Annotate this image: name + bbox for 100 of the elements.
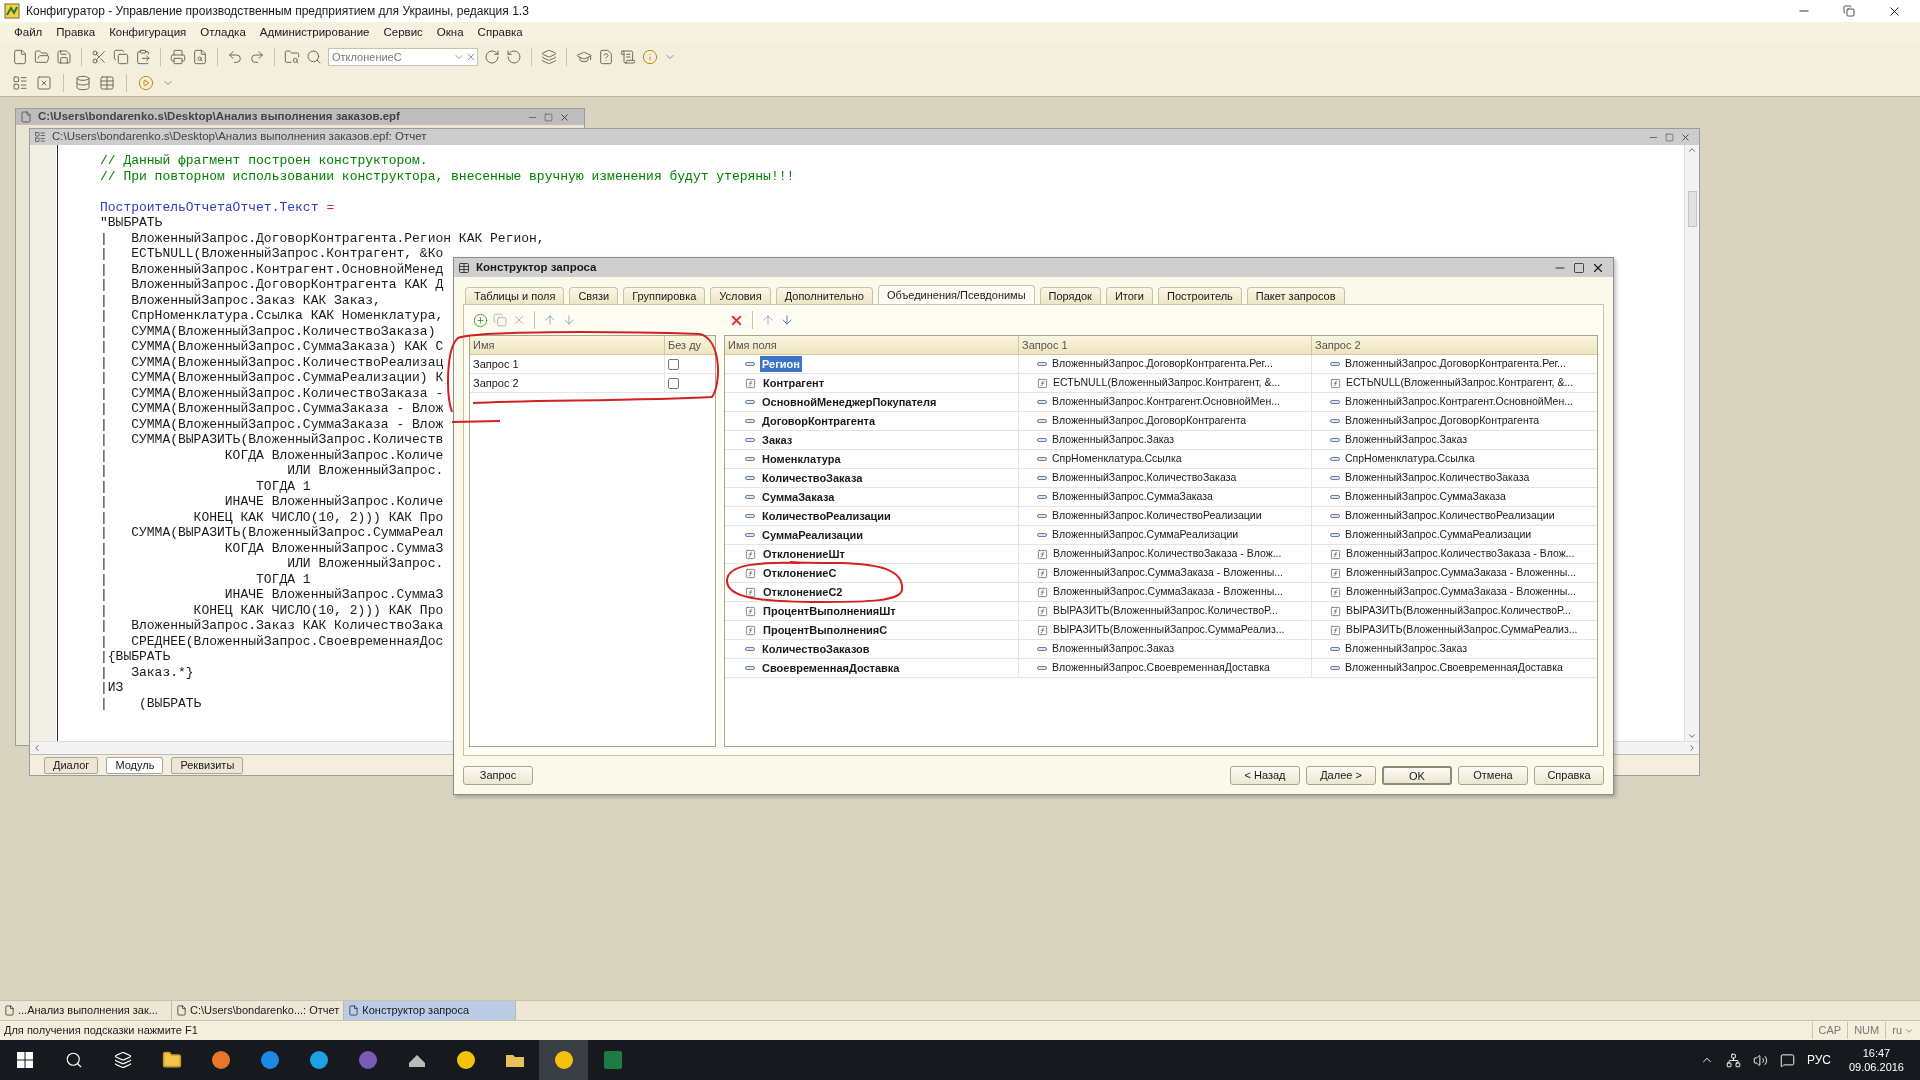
info-icon[interactable] [642, 49, 658, 65]
cut-icon[interactable] [91, 49, 107, 65]
play-icon[interactable] [138, 75, 154, 91]
window-icon[interactable] [176, 1005, 187, 1016]
field-name[interactable]: ОтклонениеС2 [761, 583, 845, 601]
menu-item[interactable]: Справка [477, 24, 523, 42]
field-expression[interactable]: ВложенныйЗапрос.Заказ [1052, 432, 1175, 448]
field-name[interactable]: СвоевременнаяДоставка [760, 659, 902, 677]
window-icon[interactable] [458, 261, 470, 274]
move-down-icon[interactable] [562, 313, 576, 327]
field-name[interactable]: ОтклонениеШт [761, 545, 847, 563]
field-expression[interactable]: ВложенныйЗапрос.СуммаЗаказа - Вложенны... [1346, 565, 1576, 581]
search-combobox[interactable]: ОтклонениеС [328, 48, 478, 66]
find-previous-icon[interactable] [506, 49, 522, 65]
checkbox[interactable] [668, 377, 679, 389]
field-expression[interactable]: ВложенныйЗапрос.КоличествоРеализации [1052, 508, 1262, 524]
maximize-icon[interactable] [1573, 261, 1585, 274]
field-expression[interactable]: ВложенныйЗапрос.СуммаРеализации [1052, 527, 1239, 543]
menu-item[interactable]: Правка [56, 24, 96, 42]
field-expression[interactable]: ВложенныйЗапрос.СуммаЗаказа - Вложенны... [1346, 584, 1576, 600]
windows-logo-icon[interactable] [16, 1052, 33, 1068]
field-name[interactable]: ДоговорКонтрагента [760, 412, 878, 430]
editor-tab[interactable]: Диалог [44, 756, 99, 774]
column-header[interactable]: Без ду [664, 336, 715, 354]
dialog-tab[interactable]: Связи [569, 287, 619, 304]
field-expression[interactable]: ВложенныйЗапрос.СвоевременнаяДоставка [1052, 660, 1270, 676]
vertical-scrollbar[interactable] [1684, 145, 1699, 741]
folder-icon[interactable] [161, 1050, 182, 1070]
scroll-up-icon[interactable] [1687, 145, 1697, 155]
field-name[interactable]: СуммаЗаказа [760, 488, 837, 506]
dialog-button[interactable]: Отмена [1458, 765, 1528, 785]
list-icon[interactable] [12, 75, 28, 91]
menu-item[interactable]: Сервис [383, 24, 423, 42]
field-expression[interactable]: ВложенныйЗапрос.Контрагент.ОсновнойМен... [1052, 394, 1280, 410]
window-tab[interactable]: Конструктор запроса [344, 1001, 517, 1020]
field-expression[interactable]: ВЫРАЗИТЬ(ВложенныйЗапрос.СуммаРеализ... [1346, 622, 1578, 638]
notification-icon[interactable] [1779, 1052, 1795, 1068]
dialog-button[interactable]: Справка [1534, 765, 1604, 785]
scrollbar-thumb[interactable] [1687, 191, 1697, 227]
dialog-button[interactable]: Запрос [463, 765, 533, 785]
move-up-icon[interactable] [761, 313, 775, 327]
field-expression[interactable]: ВложенныйЗапрос.Заказ [1052, 641, 1175, 657]
menu-item[interactable]: Администрирование [259, 24, 370, 42]
add-icon[interactable] [473, 312, 488, 328]
dialog-tab[interactable]: Объединения/Псевдонимы [877, 285, 1035, 304]
window-icon[interactable] [4, 1005, 15, 1016]
column-header[interactable]: Запрос 1 [1018, 336, 1311, 354]
scroll-down-icon[interactable] [1687, 731, 1697, 741]
graduate-icon[interactable] [576, 49, 592, 65]
app-icon[interactable] [307, 1049, 330, 1071]
delete-icon[interactable] [512, 313, 526, 327]
move-up-icon[interactable] [543, 313, 557, 327]
field-expression[interactable]: ЕСТЬNULL(ВложенныйЗапрос.Контрагент, &... [1346, 375, 1574, 391]
field-expression[interactable]: ВложенныйЗапрос.КоличествоРеализации [1345, 508, 1555, 524]
window-close-icon[interactable] [36, 75, 52, 91]
field-expression[interactable]: ВложенныйЗапрос.Контрагент.ОсновнойМен... [1345, 394, 1573, 410]
table-icon[interactable] [99, 75, 115, 91]
undo-icon[interactable] [227, 49, 243, 65]
dialog-button[interactable]: OK [1382, 765, 1452, 785]
menu-item[interactable]: Окна [436, 24, 464, 42]
dialog-tab[interactable]: Дополнительно [775, 287, 873, 304]
field-expression[interactable]: ВложенныйЗапрос.Заказ [1345, 641, 1468, 657]
app-icon[interactable] [258, 1049, 281, 1071]
open-folder-icon[interactable] [34, 49, 50, 65]
language-indicator[interactable]: РУС [1806, 1051, 1831, 1069]
paste-icon[interactable] [135, 49, 151, 65]
scroll-icon[interactable] [620, 49, 636, 65]
field-name[interactable]: КоличествоЗаказа [760, 469, 865, 487]
field-name[interactable]: ОтклонениеС [761, 564, 839, 582]
app-icon[interactable] [209, 1049, 232, 1071]
field-expression[interactable]: ВложенныйЗапрос.КоличествоЗаказа [1345, 470, 1530, 486]
menu-item[interactable]: Конфигурация [109, 24, 187, 42]
find-next-icon[interactable] [484, 49, 500, 65]
field-name[interactable]: Контрагент [761, 374, 827, 392]
dialog-tab[interactable]: Итоги [1105, 287, 1154, 304]
field-name[interactable]: Номенклатура [760, 450, 843, 468]
field-expression[interactable]: ВложенныйЗапрос.ДоговорКонтрагента [1345, 413, 1540, 429]
dialog-tab[interactable]: Таблицы и поля [465, 287, 565, 304]
field-name[interactable]: Заказ [760, 431, 795, 449]
field-expression[interactable]: ВложенныйЗапрос.СуммаЗаказа [1345, 489, 1506, 505]
app-icon[interactable] [552, 1049, 575, 1071]
field-name[interactable]: ПроцентВыполненияС [761, 621, 890, 639]
column-header[interactable]: Запрос 2 [1311, 336, 1597, 354]
field-expression[interactable]: ВЫРАЗИТЬ(ВложенныйЗапрос.КоличествоР... [1053, 603, 1278, 619]
new-document-icon[interactable] [12, 49, 28, 65]
dialog-tab[interactable]: Условия [710, 287, 771, 304]
task-view-icon[interactable] [113, 1051, 132, 1069]
query-name[interactable]: Запрос 2 [470, 374, 664, 392]
clock-time[interactable]: 16:47 [1862, 1046, 1891, 1060]
document-search-icon[interactable] [192, 49, 208, 65]
editor-tab[interactable]: Реквизиты [171, 756, 244, 774]
field-expression[interactable]: ВложенныйЗапрос.СуммаЗаказа [1052, 489, 1213, 505]
menu-item[interactable]: Файл [14, 24, 43, 42]
field-name[interactable]: СуммаРеализации [760, 526, 865, 544]
printer-icon[interactable] [170, 49, 186, 65]
dialog-tab[interactable]: Группировка [623, 287, 706, 304]
folder-search-icon[interactable] [284, 49, 300, 65]
scroll-right-icon[interactable] [1687, 743, 1697, 753]
field-expression[interactable]: ЕСТЬNULL(ВложенныйЗапрос.Контрагент, &... [1053, 375, 1281, 391]
copy-icon[interactable] [113, 49, 129, 65]
